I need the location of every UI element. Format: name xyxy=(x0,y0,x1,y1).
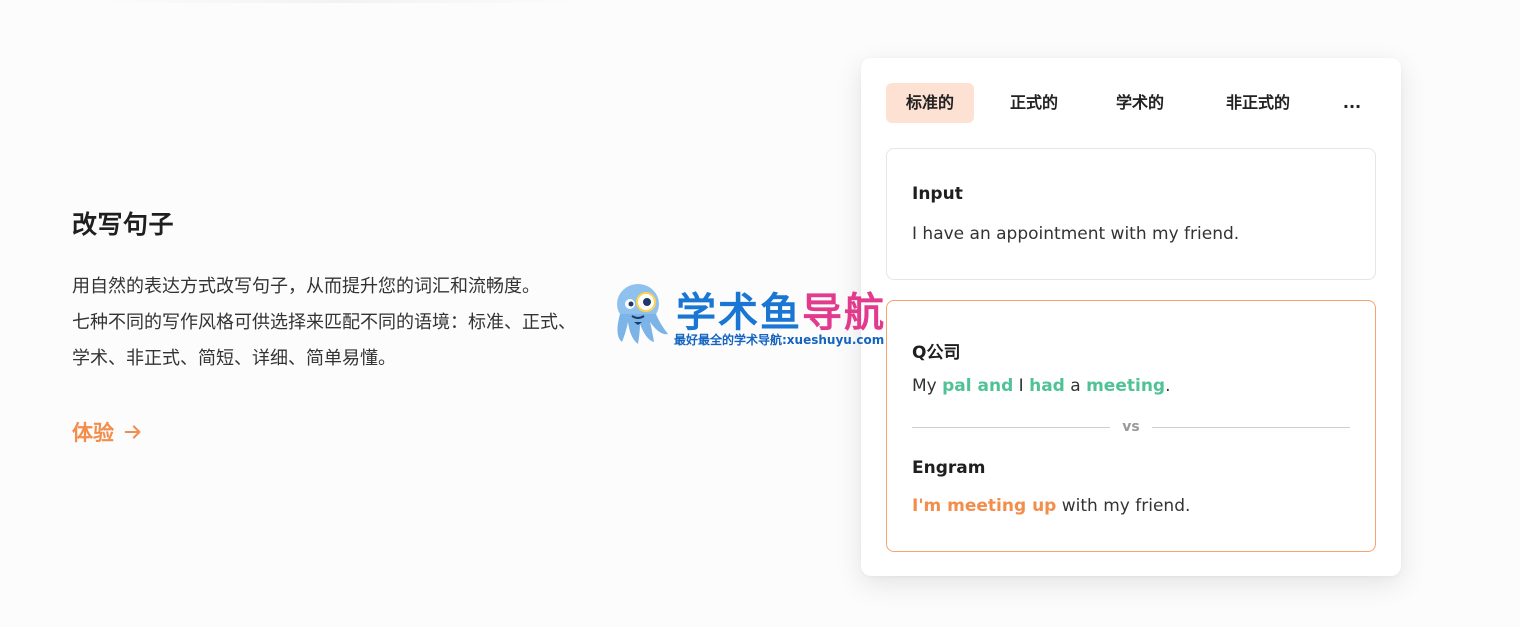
competitor-text: My pal and I had a meeting. xyxy=(912,376,1171,396)
engram-label: Engram xyxy=(912,458,986,478)
watermark-title-part: 学术鱼 xyxy=(676,290,802,336)
changed-fragment: meeting xyxy=(1086,376,1166,396)
try-link[interactable]: 体验 xyxy=(72,417,144,447)
watermark-subtitle: 最好最全的学术导航:xueshuyu.com xyxy=(674,333,885,347)
text-fragment: My xyxy=(912,376,943,396)
input-label: Input xyxy=(912,184,963,204)
text-fragment: a xyxy=(1064,376,1087,396)
try-link-label: 体验 xyxy=(72,421,114,445)
watermark: 学术鱼导航 最好最全的学术导航:xueshuyu.com xyxy=(608,278,918,350)
arrow-right-icon xyxy=(124,425,141,439)
tab-more[interactable]: ... xyxy=(1330,83,1374,123)
vs-divider: vs xyxy=(912,417,1350,437)
competitor-label: Q公司 xyxy=(912,343,961,363)
watermark-title: 学术鱼导航 xyxy=(676,280,886,338)
tab-informal[interactable]: 非正式的 xyxy=(1206,83,1310,123)
top-divider xyxy=(100,0,580,3)
rewrite-demo-card: 标准的 正式的 学术的 非正式的 ... Input I have an app… xyxy=(861,58,1401,576)
octopus-mascot-icon xyxy=(617,284,668,344)
text-fragment: I xyxy=(1013,376,1030,396)
text-fragment: . xyxy=(1165,376,1171,396)
watermark-title-part: 导航 xyxy=(802,290,886,336)
changed-fragment: pal and xyxy=(942,376,1014,396)
tab-academic[interactable]: 学术的 xyxy=(1096,83,1184,123)
text-fragment: with my friend. xyxy=(1056,496,1191,516)
engram-text: I'm meeting up with my friend. xyxy=(912,496,1190,516)
changed-fragment: I'm meeting up xyxy=(912,496,1057,516)
vs-label: vs xyxy=(1122,419,1140,435)
input-box: Input I have an appointment with my frie… xyxy=(886,148,1376,280)
style-tabs: 标准的 正式的 学术的 非正式的 ... xyxy=(886,83,1381,123)
tab-standard[interactable]: 标准的 xyxy=(886,83,974,123)
feature-title: 改写句子 xyxy=(72,210,175,239)
comparison-box: Q公司 My pal and I had a meeting. vs Engra… xyxy=(886,300,1376,552)
changed-fragment: had xyxy=(1029,376,1065,396)
input-text: I have an appointment with my friend. xyxy=(912,224,1240,244)
tab-formal[interactable]: 正式的 xyxy=(990,83,1078,123)
